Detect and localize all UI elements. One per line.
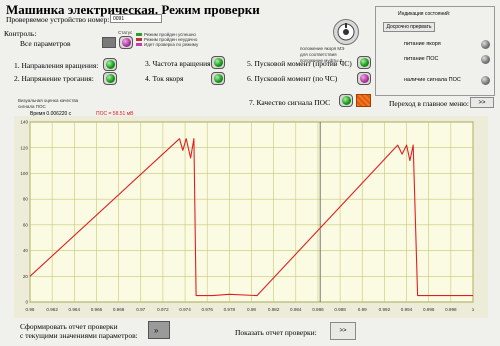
- check-led-4[interactable]: [211, 72, 225, 85]
- check-label-2: 2. Напряжение трогания:: [14, 74, 94, 83]
- x-tick-label: 0.978: [224, 307, 236, 312]
- y-tick-label: 100: [20, 171, 28, 176]
- x-tick-label: 0.984: [290, 307, 302, 312]
- legend-item: Идет проверка по режиму: [136, 42, 198, 47]
- x-tick-label: 0.994: [401, 307, 413, 312]
- x-tick-label: 1: [472, 307, 475, 312]
- report-label-line2: с текущими значениями параметров:: [20, 331, 138, 340]
- y-tick-label: 120: [20, 145, 28, 150]
- all-params-toggle[interactable]: [102, 37, 116, 48]
- x-tick-label: 0.992: [379, 307, 391, 312]
- forward-icon: »: [154, 326, 159, 335]
- status-legend: Режим пройден успешно Режим пройден неуд…: [136, 32, 198, 47]
- check-led-5[interactable]: [357, 56, 371, 69]
- check-label-3: 3. Частота вращения: [145, 59, 211, 68]
- check-led-7[interactable]: [339, 94, 353, 107]
- x-tick-label: 0.964: [69, 307, 81, 312]
- indicator-label-armature: питание якоря: [404, 41, 441, 47]
- goto-main-label: Переход в главное меню:: [389, 99, 469, 108]
- device-number-field[interactable]: 0091: [110, 14, 162, 23]
- x-tick-label: 0.998: [445, 307, 457, 312]
- check-label-6: 6. Пусковой момент (по ЧС): [247, 74, 338, 83]
- show-report-button[interactable]: >>: [330, 322, 356, 340]
- check-label-5: 5. Пусковой момент (против ЧС): [247, 59, 352, 68]
- all-params-label: Все параметров: [20, 39, 71, 48]
- signal-quality-indicator: [356, 94, 371, 107]
- status-label: Статус: [118, 30, 133, 35]
- device-label: Проверяемое устройство номер:: [6, 15, 110, 24]
- rotor-icon: [333, 19, 359, 45]
- x-tick-label: 0.988: [334, 307, 346, 312]
- legend-swatch-fail: [136, 38, 142, 42]
- goto-main-button[interactable]: >>: [470, 97, 494, 108]
- pos-power-led: [478, 53, 492, 66]
- x-tick-label: 0.96: [26, 307, 35, 312]
- x-tick-label: 0.986: [312, 307, 324, 312]
- report-label-line1: Сформировать отчет проверки: [20, 322, 118, 331]
- chart-note-line: сигнала ПОС: [18, 104, 46, 109]
- x-tick-label: 0.996: [423, 307, 435, 312]
- early-stop-button[interactable]: Досрочно прервать: [383, 22, 435, 32]
- chart-note: Визуальная оценка качества сигнала ПОС: [18, 98, 78, 110]
- show-report-label: Показать отчет проверки:: [235, 328, 317, 337]
- signal-chart[interactable]: 0.96 0.962 0.964 0.966 0.968 0.97 0.972 0.974 0.…: [14, 116, 488, 318]
- check-led-3[interactable]: [211, 56, 225, 69]
- y-tick-label: 140: [20, 120, 28, 125]
- check-led-6[interactable]: [357, 72, 371, 85]
- legend-text: Идет проверка по режиму: [144, 42, 199, 47]
- x-tick-label: 0.966: [91, 307, 103, 312]
- pos-signal-led: [478, 74, 492, 87]
- legend-swatch-progress: [136, 43, 142, 47]
- x-tick-label: 0.99: [358, 307, 367, 312]
- x-tick-label: 0.974: [179, 307, 191, 312]
- x-tick-label: 0.962: [46, 307, 58, 312]
- indicator-label-pos-signal: наличие сигнала ПОС: [404, 77, 461, 83]
- svg-text:»: »: [154, 326, 159, 335]
- y-tick-label: 40: [23, 248, 29, 253]
- y-tick-label: 20: [23, 274, 29, 279]
- check-label-7: 7. Качество сигнала ПОС: [249, 98, 331, 107]
- x-tick-label: 0.976: [201, 307, 213, 312]
- y-tick-label: 0: [25, 300, 28, 305]
- control-label: Контроль:: [4, 29, 37, 38]
- check-label-1: 1. Направления вращения:: [14, 61, 99, 70]
- status-led: [119, 36, 133, 49]
- x-tick-label: 0.97: [136, 307, 145, 312]
- x-tick-label: 0.98: [247, 307, 256, 312]
- legend-swatch-success: [136, 33, 142, 37]
- y-tick-label: 60: [23, 222, 29, 227]
- y-tick-label: 80: [23, 197, 29, 202]
- check-led-1[interactable]: [103, 58, 117, 71]
- generate-report-button[interactable]: »: [148, 321, 170, 339]
- indicator-panel-title: Индикация состояний:: [398, 11, 451, 17]
- x-tick-label: 0.968: [113, 307, 125, 312]
- check-led-2[interactable]: [103, 72, 117, 85]
- x-tick-label: 0.982: [268, 307, 280, 312]
- x-tick-label: 0.972: [157, 307, 169, 312]
- armature-power-led: [478, 38, 492, 51]
- check-label-4: 4. Ток якоря: [145, 74, 184, 83]
- indicator-label-pos-power: питание ПОС: [404, 56, 439, 62]
